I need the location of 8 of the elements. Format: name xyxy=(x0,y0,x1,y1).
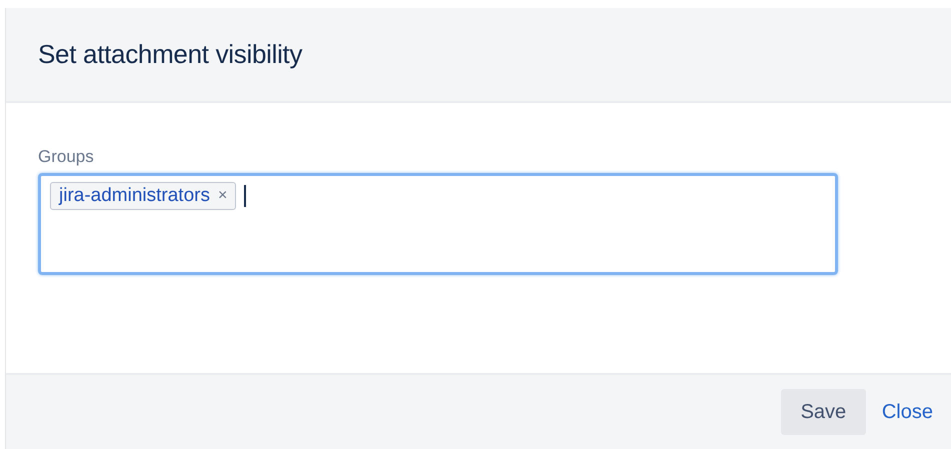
remove-tag-button[interactable]: × xyxy=(218,187,228,205)
save-button[interactable]: Save xyxy=(780,389,866,435)
dialog-title: Set attachment visibility xyxy=(38,39,302,70)
text-cursor xyxy=(244,185,246,207)
field-label: Groups xyxy=(38,147,95,167)
groups-input-field[interactable]: jira-administrators × xyxy=(38,173,838,275)
tag-label: jira-administrators xyxy=(59,185,210,207)
close-link[interactable]: Close xyxy=(882,400,933,424)
